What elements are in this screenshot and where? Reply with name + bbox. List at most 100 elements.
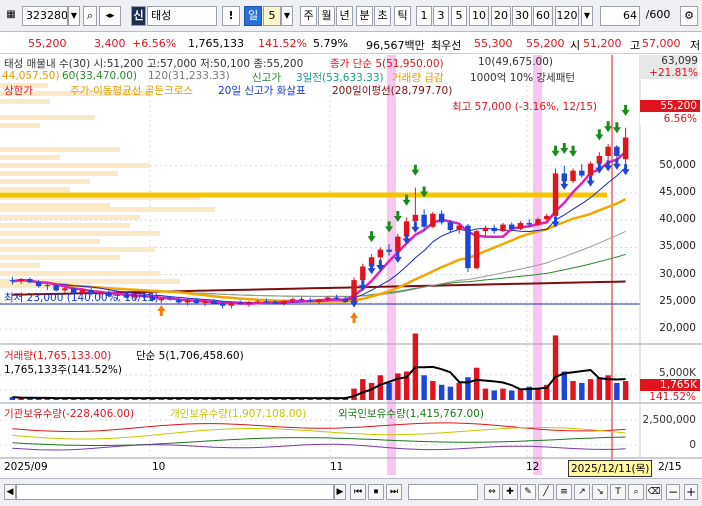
open-price: 51,200 bbox=[583, 37, 622, 50]
candle-body bbox=[412, 214, 419, 222]
interval-button-5[interactable]: 30 bbox=[512, 6, 532, 26]
legend-20d-high-arrow: 20일 신고가 화살표 bbox=[218, 85, 306, 97]
flow-axis-zero: 0 bbox=[689, 439, 696, 451]
foreign-legend: 외국인보유수량(1,415,767.00) bbox=[338, 408, 484, 420]
volume-speaker-icon[interactable]: ◂▸ bbox=[99, 6, 121, 26]
stock-chart[interactable]: 태성 매물내 수(30) 시:51,200 고:57,000 저:50,100 … bbox=[0, 55, 702, 477]
volume-bar bbox=[430, 381, 436, 400]
layout-grid-icon[interactable]: ▦ bbox=[4, 6, 18, 26]
candle-body bbox=[430, 213, 436, 227]
stock-code-input[interactable]: 323280 bbox=[22, 6, 68, 26]
volume-bar bbox=[456, 382, 462, 400]
legend-golden-cross: 주가-이동평균선 골든크로스 bbox=[70, 85, 194, 97]
scroll-right-icon[interactable]: ▶ bbox=[334, 484, 346, 500]
candle-body bbox=[535, 219, 541, 225]
volume-profile-bar bbox=[0, 115, 95, 120]
period-button-3[interactable]: 분 bbox=[356, 6, 373, 26]
volume-profile-bar bbox=[0, 255, 120, 260]
settings-icon[interactable]: ⚙ bbox=[680, 6, 698, 26]
turnover-rate: 5.79% bbox=[313, 37, 348, 50]
signal-arrow bbox=[370, 231, 374, 238]
legend-ma120: 120(31,233.33) bbox=[148, 70, 230, 82]
individual-legend: 개인보유수량(1,907,108.00) bbox=[170, 408, 307, 420]
legend-line1-candle: 태성 매물내 수(30) 시:51,200 고:57,000 저:50,100 … bbox=[4, 58, 304, 70]
period-dropdown-icon[interactable]: ▼ bbox=[281, 6, 293, 26]
volume-bar bbox=[482, 388, 489, 400]
high-price-note: 최고 57,000 (-3.16%, 12/15) bbox=[452, 101, 598, 113]
draw-icon[interactable]: ✎ bbox=[520, 484, 536, 500]
text-tool-icon[interactable]: T bbox=[610, 484, 626, 500]
volume-pct-tag: 141.52% bbox=[649, 391, 696, 403]
volume-profile-bar bbox=[0, 147, 120, 152]
interval-button-1[interactable]: 3 bbox=[433, 6, 449, 26]
volume-profile-bar bbox=[0, 155, 60, 160]
zoom-in-minus-icon[interactable]: − bbox=[666, 484, 680, 500]
eraser-icon[interactable]: ⌫ bbox=[646, 484, 662, 500]
period-day-button[interactable]: 일 bbox=[244, 6, 262, 26]
interval-button-2[interactable]: 5 bbox=[451, 6, 467, 26]
alert-button[interactable]: ! bbox=[222, 6, 240, 26]
interval-dropdown-icon[interactable]: ▼ bbox=[581, 6, 593, 26]
period-button-4[interactable]: 초 bbox=[374, 6, 391, 26]
crosshair-icon[interactable]: ✚ bbox=[502, 484, 518, 500]
volume-bar bbox=[587, 379, 594, 400]
volume-bar bbox=[552, 335, 559, 400]
stock-name-field[interactable]: 태성 bbox=[147, 6, 217, 26]
signal-arrow bbox=[422, 186, 426, 193]
candle-body bbox=[544, 215, 550, 220]
signal-arrow bbox=[571, 145, 575, 152]
new-high-arrow bbox=[378, 260, 382, 267]
volume-legend: 거래량(1,765,133.00) bbox=[4, 350, 112, 362]
volume-bar bbox=[473, 367, 480, 400]
stop-icon[interactable]: ⏹ bbox=[368, 484, 384, 500]
interval-button-3[interactable]: 10 bbox=[469, 6, 489, 26]
volume-bar bbox=[622, 381, 629, 400]
bar-count-input[interactable]: 64 bbox=[600, 6, 640, 26]
stock-code-dropdown[interactable]: ▼ bbox=[68, 6, 80, 26]
zoom-out-icon[interactable]: ⇔ bbox=[484, 484, 500, 500]
candle-body bbox=[386, 249, 392, 252]
horizontal-scrollbar[interactable] bbox=[16, 484, 334, 500]
interval-button-7[interactable]: 120 bbox=[555, 6, 579, 26]
period-button-0[interactable]: 주 bbox=[300, 6, 317, 26]
volume-bar bbox=[561, 371, 568, 400]
candle-body bbox=[193, 300, 200, 303]
signal-arrow bbox=[606, 121, 610, 128]
search-icon[interactable]: ⌕ bbox=[83, 6, 97, 26]
credit-badge: 신 bbox=[131, 6, 146, 26]
bar-count-total: /600 bbox=[645, 8, 671, 21]
fib-icon[interactable]: ≡ bbox=[556, 484, 572, 500]
candle-body bbox=[9, 280, 16, 282]
period-button-1[interactable]: 월 bbox=[318, 6, 335, 26]
arrow-tool-icon[interactable]: ↘ bbox=[592, 484, 608, 500]
candle-body bbox=[35, 282, 42, 287]
zoom-plus-icon[interactable]: + bbox=[684, 484, 698, 500]
current-price-pct-tag: 6.56% bbox=[640, 113, 700, 125]
line-tool-icon[interactable]: ╱ bbox=[538, 484, 554, 500]
date-label-oct: 10 bbox=[152, 461, 166, 473]
scroll-left-icon[interactable]: ◀ bbox=[4, 484, 16, 500]
interval-button-6[interactable]: 60 bbox=[533, 6, 553, 26]
zoom-slider[interactable] bbox=[408, 484, 478, 500]
candle-body bbox=[325, 297, 331, 300]
candle-body bbox=[281, 300, 287, 304]
candle-body bbox=[333, 297, 340, 299]
first-page-icon[interactable]: ⏮ bbox=[350, 484, 366, 500]
low-label: 저 bbox=[690, 39, 701, 52]
volume-profile-bar bbox=[0, 263, 40, 268]
new-high-arrow bbox=[554, 216, 558, 223]
candle-body bbox=[202, 301, 208, 303]
trend-icon[interactable]: ↗ bbox=[574, 484, 590, 500]
magnifier-icon[interactable]: ⌕ bbox=[628, 484, 644, 500]
interval-button-4[interactable]: 20 bbox=[491, 6, 511, 26]
new-high-arrow bbox=[413, 221, 417, 228]
period-button-5[interactable]: 틱 bbox=[394, 6, 411, 26]
volume-bar bbox=[596, 377, 603, 400]
interval-button-0[interactable]: 1 bbox=[416, 6, 432, 26]
last-page-icon[interactable]: ⏭ bbox=[386, 484, 402, 500]
price-axis-label: 50,000 bbox=[659, 158, 696, 171]
period-value-field[interactable]: 5 bbox=[263, 6, 281, 26]
volume-ratio: 141.52% bbox=[258, 37, 307, 50]
period-button-2[interactable]: 년 bbox=[336, 6, 353, 26]
legend-ma200: 200일이평선(28,797.70) bbox=[332, 85, 453, 97]
